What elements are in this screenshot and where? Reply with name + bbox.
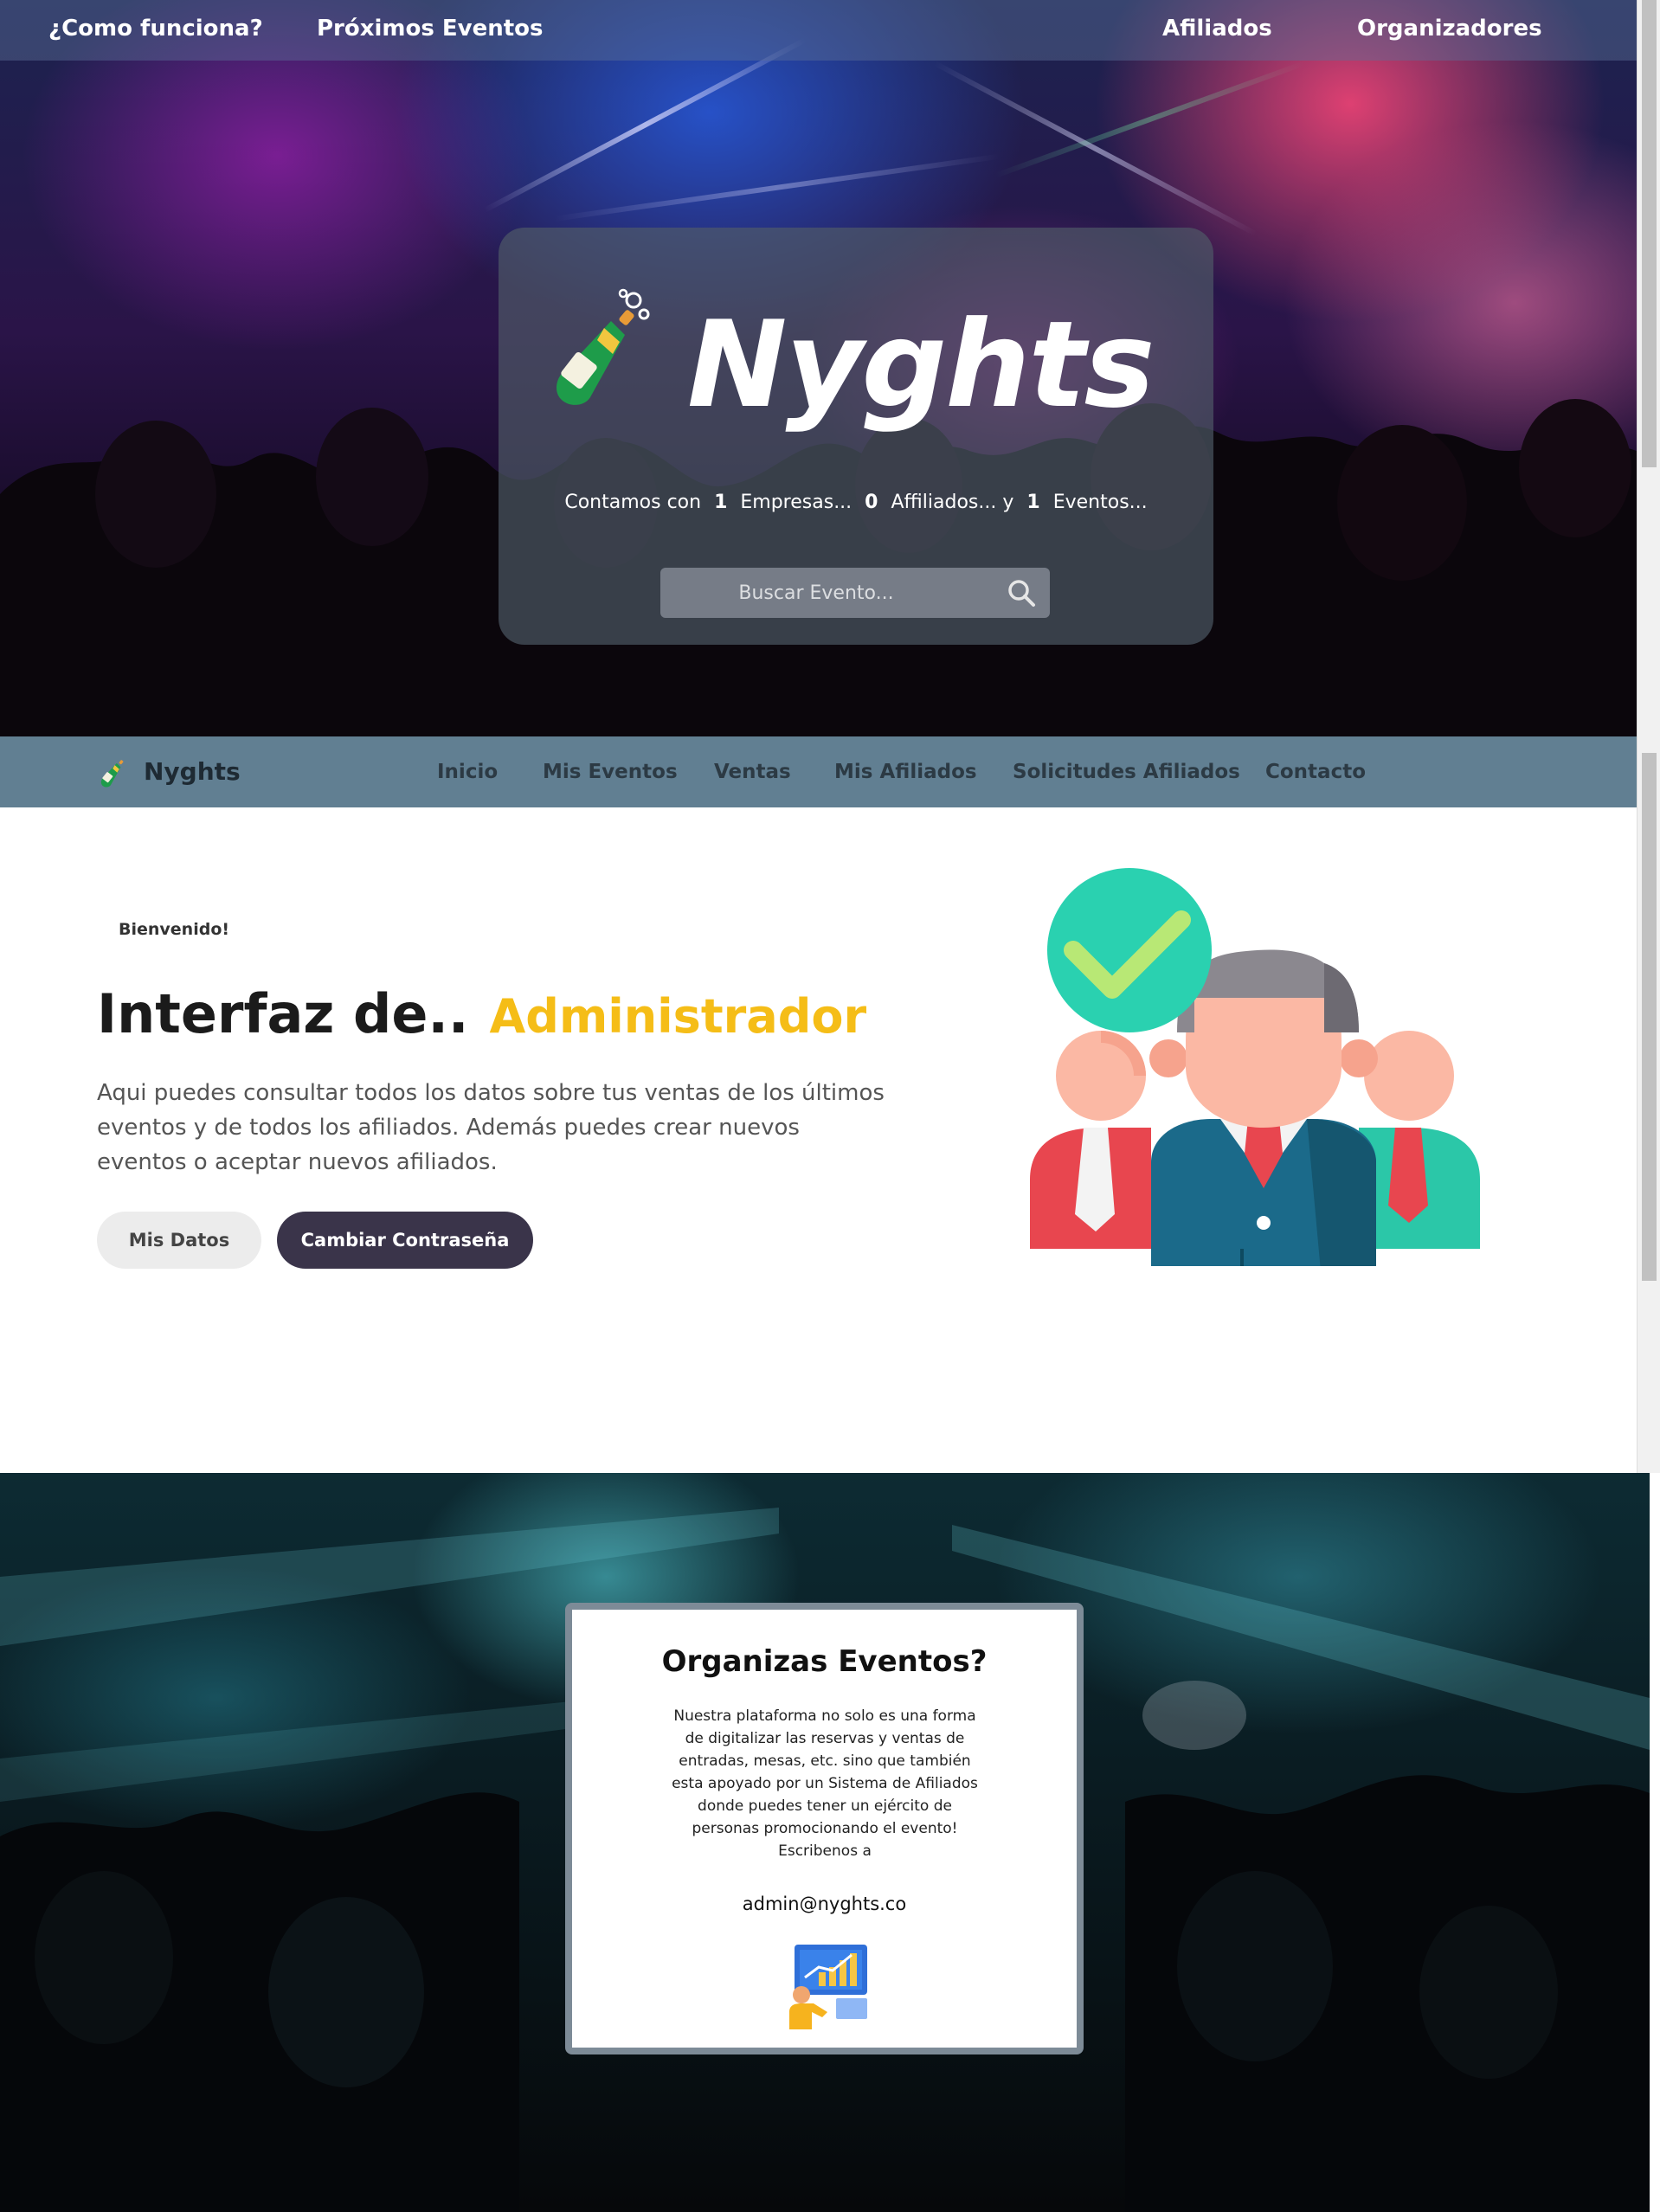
welcome-description: Aqui puedes consultar todos los datos so… <box>97 1080 885 1175</box>
change-password-button[interactable]: Cambiar Contraseña <box>277 1212 533 1269</box>
analytics-presenter-icon <box>789 1945 867 2029</box>
afiliados-label: Affiliados... y <box>891 492 1014 513</box>
light-beam <box>933 61 1258 236</box>
hero-brand: Nyghts <box>687 295 1155 434</box>
welcome-tag: Bienvenido! <box>119 920 230 939</box>
champagne-bottle-icon[interactable] <box>97 754 132 788</box>
empresas-count: 1 <box>714 492 728 513</box>
light-beam <box>553 153 1001 222</box>
eventos-count: 1 <box>1026 492 1040 513</box>
welcome-section: Bienvenido! Interfaz de.. Administrador A… <box>0 807 1637 1473</box>
search-placeholder: Buscar Evento... <box>738 582 894 604</box>
page-title: Interfaz de.. Administrador <box>97 982 866 1045</box>
nav-proximos-eventos[interactable]: Próximos Eventos <box>317 16 544 42</box>
title-text: Interfaz de.. <box>97 982 469 1045</box>
main-nav: Nyghts Inicio Mis Eventos Ventas Mis Afi… <box>0 736 1637 807</box>
nav-solicitudes-afiliados[interactable]: Solicitudes Afiliados <box>1013 761 1240 783</box>
eventos-label: Eventos... <box>1052 492 1148 513</box>
team-approved-icon <box>1030 868 1480 1266</box>
nav-mis-eventos[interactable]: Mis Eventos <box>543 761 678 783</box>
champagne-bottle-icon <box>557 288 650 405</box>
title-highlight: Administrador <box>489 989 867 1044</box>
light-beam <box>483 37 807 213</box>
organizer-email[interactable]: admin@nyghts.co <box>572 1894 1077 1914</box>
nav-brand[interactable]: Nyghts <box>144 757 241 786</box>
organizer-text: Nuestra plataforma no solo es una forma … <box>672 1707 978 1860</box>
organizer-section: Organizas Eventos? Nuestra plataforma no… <box>0 1473 1650 2212</box>
nav-organizadores[interactable]: Organizadores <box>1357 16 1542 42</box>
empresas-label: Empresas... <box>740 492 853 513</box>
hero-section: ¿Como funciona? Próximos Eventos Afiliad… <box>0 0 1637 736</box>
nav-mis-afiliados[interactable]: Mis Afiliados <box>834 761 977 783</box>
top-nav: ¿Como funciona? Próximos Eventos Afiliad… <box>0 0 1637 61</box>
afiliados-count: 0 <box>865 492 878 513</box>
organizer-title: Organizas Eventos? <box>661 1644 988 1679</box>
stats-prefix: Contamos con <box>564 492 702 513</box>
nav-afiliados[interactable]: Afiliados <box>1162 16 1272 42</box>
hero-card: Nyghts Contamos con 1 Empresas... 0 Affi… <box>499 228 1213 645</box>
nav-ventas[interactable]: Ventas <box>714 761 791 783</box>
mis-datos-button[interactable]: Mis Datos <box>97 1212 261 1269</box>
page-scrollbar[interactable] <box>1637 0 1660 1473</box>
nav-contacto[interactable]: Contacto <box>1265 761 1366 783</box>
stats-line: Contamos con 1 Empresas... 0 Affiliados.… <box>499 492 1213 513</box>
scrollbar-thumb[interactable] <box>1642 0 1657 467</box>
search-icon[interactable] <box>1007 578 1036 608</box>
nav-como-funciona[interactable]: ¿Como funciona? <box>48 16 263 42</box>
search-input[interactable]: Buscar Evento... <box>660 568 1050 618</box>
scrollbar-thumb-inner[interactable] <box>1642 753 1657 1281</box>
nav-inicio[interactable]: Inicio <box>437 761 498 783</box>
organizer-card: Organizas Eventos? Nuestra plataforma no… <box>565 1603 1084 2054</box>
